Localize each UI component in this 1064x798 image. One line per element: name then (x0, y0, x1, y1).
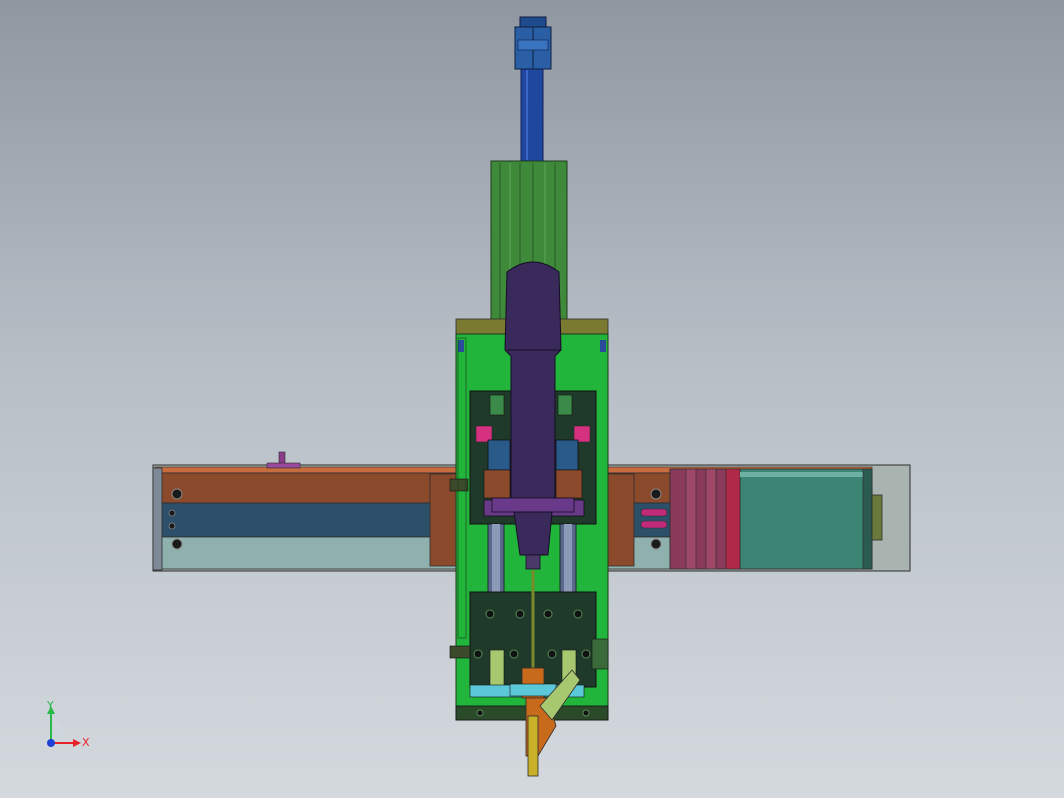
x-axis-label: X (82, 736, 90, 749)
piston-rod (514, 16, 552, 70)
y-axis-label: Y (47, 699, 54, 712)
orientation-triad: X Y (36, 696, 106, 766)
air-fitting (266, 451, 301, 469)
cad-viewport[interactable]: X Y (0, 0, 1064, 798)
z-axis-marker (47, 739, 55, 747)
3d-model-view[interactable] (0, 0, 1064, 798)
stepper-motor[interactable] (669, 468, 883, 570)
